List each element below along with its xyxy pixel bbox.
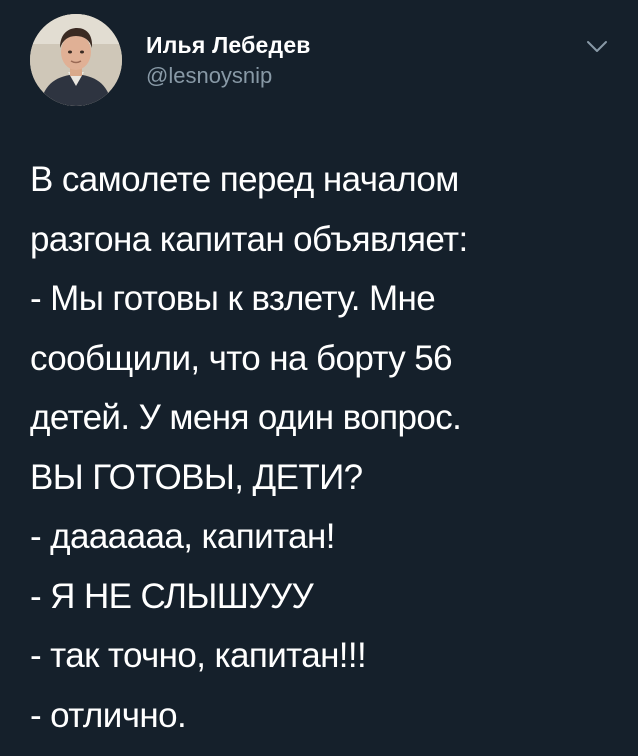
avatar[interactable] [30,14,122,106]
tweet-text-line: разгона капитан объявляет: [30,219,468,259]
tweet-text-line: сообщили, что на борту 56 [30,338,453,378]
author-handle[interactable]: @lesnoysnip [146,62,311,90]
tweet-text-line: ВЫ ГОТОВЫ, ДЕТИ? [30,457,363,497]
tweet-text-line: детей. У меня один вопрос. [30,398,462,437]
tweet-text: В самолете перед началом разгона капитан… [30,150,610,745]
chevron-down-icon[interactable] [584,36,610,56]
tweet-card: Илья Лебедев @lesnoysnip В самолете пере… [0,0,638,756]
user-avatar-icon [30,14,122,106]
author-names: Илья Лебедев @lesnoysnip [146,30,311,90]
tweet-text-line: - отлично. [30,695,187,735]
tweet-text-line: - Я НЕ СЛЫШУУУ [30,576,314,616]
tweet-header: Илья Лебедев @lesnoysnip [30,14,311,106]
tweet-text-line: - Мы готовы к взлету. Мне [30,279,436,318]
author-display-name[interactable]: Илья Лебедев [146,30,311,60]
tweet-text-line: - даааааа, капитан! [30,517,335,556]
tweet-text-line: В самолете перед началом [30,160,459,199]
tweet-text-line: - так точно, капитан!!! [30,636,367,675]
